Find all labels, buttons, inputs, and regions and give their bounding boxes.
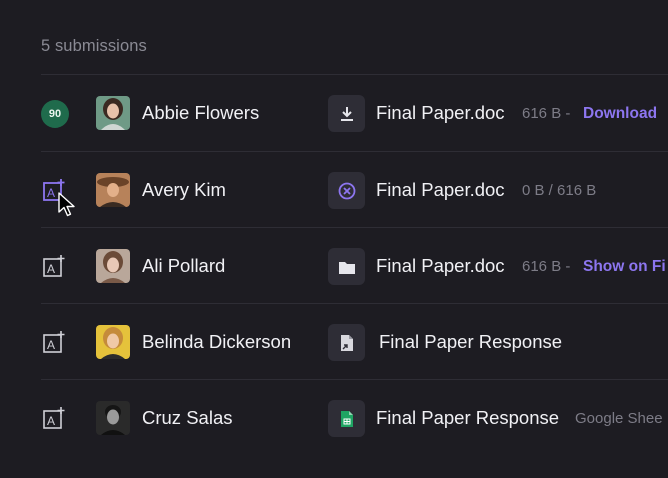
assign-grade-icon[interactable]: A — [42, 406, 66, 430]
svg-text:A: A — [47, 262, 55, 276]
avatar — [96, 401, 130, 435]
student-name[interactable]: Abbie Flowers — [142, 102, 259, 124]
avatar — [96, 96, 130, 130]
submission-row[interactable]: A Cruz Salas Final Paper Response Google… — [0, 380, 668, 456]
avatar — [96, 325, 130, 359]
google-sheets-icon[interactable] — [328, 400, 365, 437]
file-size: 616 B - — [522, 105, 571, 122]
submissions-count: 5 submissions — [41, 37, 147, 55]
submission-row[interactable]: A Ali Pollard Final Paper.doc 616 B - Sh… — [0, 228, 668, 304]
upload-progress: 0 B / 616 B — [522, 182, 597, 199]
student-name[interactable]: Ali Pollard — [142, 255, 225, 277]
submission-row[interactable]: 90 Abbie Flowers Final Paper.doc 616 B -… — [0, 75, 668, 151]
folder-icon[interactable] — [328, 248, 365, 285]
document-link-icon[interactable] — [328, 324, 365, 361]
file-name[interactable]: Final Paper.doc — [376, 179, 505, 201]
show-in-finder-link[interactable]: Show on Fi — [583, 258, 666, 276]
mouse-pointer-icon — [58, 192, 75, 217]
assign-grade-icon[interactable]: A — [42, 254, 66, 278]
svg-text:A: A — [47, 186, 55, 200]
submission-row[interactable]: A Avery Kim Final Paper.doc 0 B / 616 B — [0, 152, 668, 228]
cancel-upload-icon[interactable] — [328, 172, 365, 209]
file-name[interactable]: Final Paper Response — [379, 331, 562, 353]
file-name[interactable]: Final Paper.doc — [376, 255, 505, 277]
grade-badge[interactable]: 90 — [41, 100, 69, 128]
avatar — [96, 249, 130, 283]
file-name[interactable]: Final Paper.doc — [376, 102, 505, 124]
avatar — [96, 173, 130, 207]
file-size: 616 B - — [522, 258, 571, 275]
svg-text:A: A — [47, 338, 55, 352]
svg-text:A: A — [47, 414, 55, 428]
download-icon[interactable] — [328, 95, 365, 132]
file-type: Google Shee — [575, 410, 663, 427]
submission-row[interactable]: A Belinda Dickerson Final Paper Response — [0, 304, 668, 380]
download-link[interactable]: Download — [583, 105, 657, 123]
assign-grade-icon[interactable]: A — [42, 330, 66, 354]
student-name[interactable]: Avery Kim — [142, 179, 226, 201]
file-name[interactable]: Final Paper Response — [376, 407, 559, 429]
student-name[interactable]: Cruz Salas — [142, 407, 232, 429]
student-name[interactable]: Belinda Dickerson — [142, 331, 291, 353]
